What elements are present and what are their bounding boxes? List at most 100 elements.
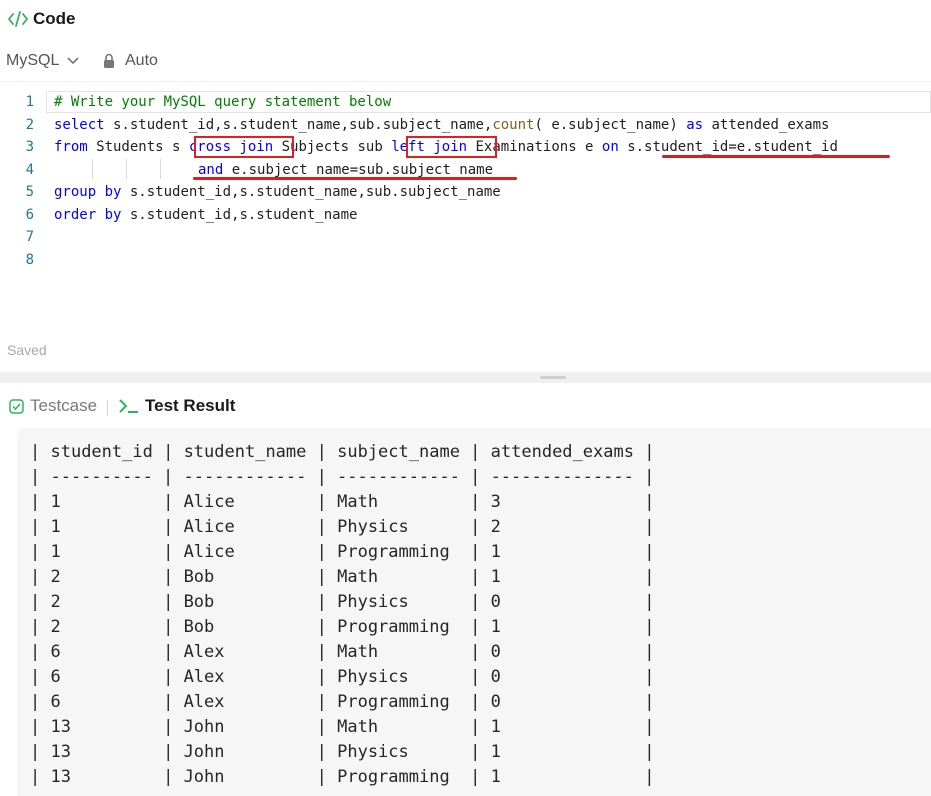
column-header-3: attended_exams <box>490 442 645 462</box>
result-cell-1: John <box>183 717 317 737</box>
code-line-1: # Write your MySQL query statement below <box>54 91 391 113</box>
code-panel-header: Code <box>0 0 931 40</box>
result-cell-3: 1 <box>490 717 645 737</box>
code-line-6: order by s.student_id,s.student_name <box>54 204 357 226</box>
result-cell-1: John <box>183 767 317 787</box>
language-label: MySQL <box>6 52 60 69</box>
terminal-icon <box>119 399 138 413</box>
result-cell-3: 1 <box>490 542 645 562</box>
result-row: | 13 | John | Physics | 1 | <box>30 742 655 762</box>
result-cell-2: Math <box>337 642 471 662</box>
result-cell-2: Physics <box>337 592 471 612</box>
result-separator-row: | ---------- | ------------ | ----------… <box>30 467 655 487</box>
result-cell-2: Math <box>337 492 471 512</box>
result-row: | 6 | Alex | Programming | 0 | <box>30 692 655 712</box>
result-cell-0: 13 <box>50 717 164 737</box>
result-cell-0: 1 <box>50 542 164 562</box>
code-line-2: select s.student_id,s.student_name,sub.s… <box>54 114 829 136</box>
line-number: 2 <box>25 117 34 133</box>
code-text: s.student_id,s.student_name,sub.subject_… <box>121 184 501 200</box>
result-row: | 13 | John | Math | 1 | <box>30 717 655 737</box>
keyword-as: as <box>686 117 704 133</box>
tab-testcase-label: Testcase <box>30 396 98 415</box>
result-cell-1: Alice <box>183 542 317 562</box>
column-header-2: subject_name <box>337 442 471 462</box>
result-cell-1: Bob <box>183 567 317 587</box>
result-row: | 1 | Alice | Physics | 2 | <box>30 517 655 537</box>
panel-resize-handle[interactable] <box>0 372 931 383</box>
result-header-row: | student_id | student_name | subject_na… <box>30 442 655 462</box>
result-cell-0: 13 <box>50 742 164 762</box>
indent-guide <box>126 159 127 179</box>
result-cell-2: Physics <box>337 517 471 537</box>
code-editor[interactable]: 1 2 3 4 5 6 7 8 # Write your MySQL query… <box>0 81 931 341</box>
indent-guide <box>160 159 161 179</box>
code-text: e.subject_name=sub.subject_name <box>223 162 494 178</box>
lock-icon <box>104 53 114 68</box>
keyword-from: from <box>54 139 88 155</box>
code-text: s.student_id,s.student_name,sub.subject_… <box>104 117 493 133</box>
result-cell-0: 2 <box>50 617 164 637</box>
subject-condition-underline <box>193 177 517 180</box>
column-header-1: student_name <box>183 442 317 462</box>
result-row: | 2 | Bob | Physics | 0 | <box>30 592 655 612</box>
result-row: | 1 | Alice | Programming | 1 | <box>30 542 655 562</box>
auto-mode-label[interactable]: Auto <box>125 52 158 70</box>
tab-test-result[interactable]: Test Result <box>119 396 235 416</box>
result-cell-3: 3 <box>490 492 645 512</box>
code-comment: # Write your MySQL query statement below <box>54 94 392 110</box>
result-cell-2: Physics <box>337 742 471 762</box>
language-select[interactable]: MySQL <box>6 52 79 70</box>
result-panel-tabs: Testcase Test Result <box>0 384 931 426</box>
code-panel-title: Code <box>33 9 76 28</box>
result-cell-3: 0 <box>490 667 645 687</box>
result-cell-2: Programming <box>337 767 471 787</box>
code-text: ( e.subject_name) <box>534 117 687 133</box>
result-row: | 2 | Bob | Programming | 1 | <box>30 617 655 637</box>
result-cell-0: 6 <box>50 692 164 712</box>
result-cell-3: 1 <box>490 617 645 637</box>
line-number: 1 <box>25 94 34 110</box>
chevron-down-icon <box>67 57 79 65</box>
tab-test-result-label: Test Result <box>145 396 236 415</box>
checkbox-icon <box>9 398 24 414</box>
code-icon <box>8 11 28 27</box>
line-number: 4 <box>25 162 34 178</box>
result-cell-1: Alice <box>183 517 317 537</box>
line-number: 6 <box>25 207 34 223</box>
result-cell-3: 1 <box>490 742 645 762</box>
resize-grip <box>540 376 566 379</box>
result-row: | 1 | Alice | Math | 3 | <box>30 492 655 512</box>
saved-status: Saved <box>7 342 47 358</box>
code-text: Students s <box>87 139 189 155</box>
line-number: 5 <box>25 184 34 200</box>
keyword-on: on <box>601 139 619 155</box>
result-cell-1: Bob <box>183 617 317 637</box>
line-number: 7 <box>25 229 34 245</box>
keyword-order-by: order by <box>54 207 122 223</box>
left-join-highlight-box <box>406 136 497 158</box>
result-cell-3: 1 <box>490 567 645 587</box>
result-cell-3: 0 <box>490 642 645 662</box>
line-number: 8 <box>25 252 34 268</box>
result-row: | 6 | Alex | Physics | 0 | <box>30 667 655 687</box>
keyword-and: and <box>198 162 224 178</box>
tab-divider <box>107 400 108 416</box>
result-cell-1: Alex <box>183 692 317 712</box>
result-cell-0: 6 <box>50 642 164 662</box>
indent-guide <box>92 159 93 179</box>
code-text: attended_exams <box>703 117 830 133</box>
result-cell-3: 2 <box>490 517 645 537</box>
result-cell-3: 0 <box>490 692 645 712</box>
keyword-select: select <box>54 117 105 133</box>
result-cell-3: 1 <box>490 767 645 787</box>
result-cell-0: 13 <box>50 767 164 787</box>
tab-testcase[interactable]: Testcase <box>9 396 97 416</box>
result-cell-2: Programming <box>337 617 471 637</box>
editor-toolbar: MySQL Auto <box>0 41 931 82</box>
result-cell-0: 2 <box>50 592 164 612</box>
result-cell-1: Bob <box>183 592 317 612</box>
keyword-group-by: group by <box>54 184 122 200</box>
code-line-5: group by s.student_id,s.student_name,sub… <box>54 181 501 203</box>
join-condition-underline <box>662 155 890 158</box>
